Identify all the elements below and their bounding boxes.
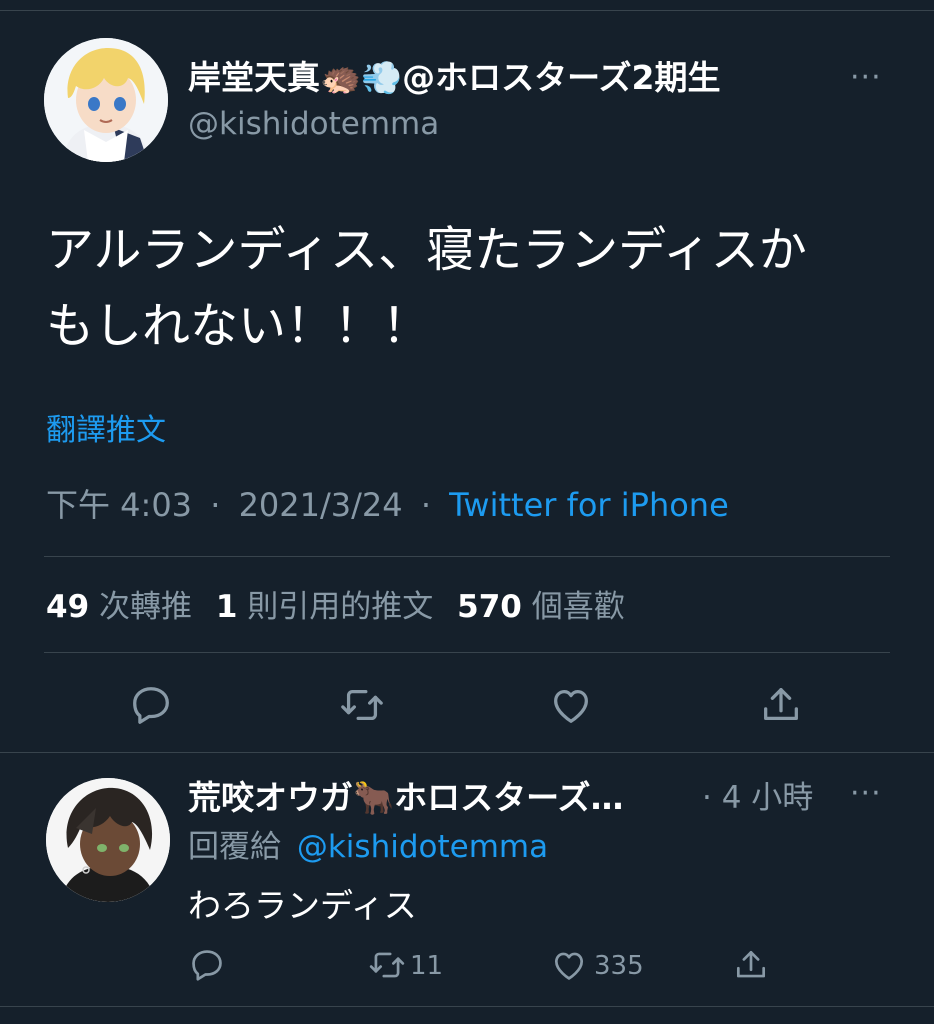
- retweet-icon[interactable]: [338, 682, 386, 728]
- tweet-meta: 下午 4:03 · 2021/3/24 · Twitter for iPhone: [46, 484, 729, 526]
- replying-to-label: 回覆給: [188, 829, 281, 865]
- retweets-stat[interactable]: 49 次轉推: [46, 589, 192, 625]
- tweet-source-link[interactable]: Twitter for iPhone: [449, 486, 729, 524]
- replying-to-handle[interactable]: @kishidotemma: [297, 829, 548, 865]
- reply-author-avatar[interactable]: [46, 778, 170, 902]
- reply-like-icon[interactable]: [550, 946, 588, 984]
- divider: [0, 1006, 934, 1007]
- like-icon[interactable]: [548, 682, 594, 728]
- divider: [44, 556, 890, 557]
- replying-to: 回覆給 @kishidotemma: [188, 826, 548, 868]
- divider: [0, 752, 934, 753]
- meta-separator: ·: [420, 486, 431, 524]
- reply-share-icon[interactable]: [732, 946, 770, 984]
- tweet-date: 2021/3/24: [238, 486, 403, 524]
- retweets-label: 次轉推: [99, 589, 192, 625]
- reply-icon[interactable]: [128, 682, 174, 728]
- more-options-icon[interactable]: ···: [850, 58, 882, 98]
- tweet-stats: 49 次轉推 1 則引用的推文 570 個喜歡: [46, 586, 625, 628]
- tweet-text-line-2: もしれない！！！: [46, 298, 431, 354]
- top-divider: [0, 10, 934, 11]
- reply-like-count: 335: [594, 951, 644, 981]
- reply-retweet-count: 11: [410, 951, 444, 981]
- reply-reply-icon[interactable]: [188, 946, 226, 984]
- tweet-text-line-1: アルランディス、寝たランディスか: [46, 222, 807, 278]
- quotes-count: 1: [215, 589, 238, 625]
- tweet-time: 下午 4:03: [46, 486, 193, 524]
- reply-retweet-icon[interactable]: [366, 946, 408, 984]
- reply-author-display-name[interactable]: 荒咬オウガ🐂ホロスターズ…: [188, 776, 688, 820]
- likes-count: 570: [457, 589, 522, 625]
- translate-tweet-link[interactable]: 翻譯推文: [46, 410, 166, 452]
- divider: [44, 652, 890, 653]
- quotes-label: 則引用的推文: [247, 589, 434, 625]
- retweets-count: 49: [46, 589, 90, 625]
- author-handle[interactable]: @kishidotemma: [188, 104, 439, 144]
- author-avatar[interactable]: [44, 38, 168, 162]
- likes-label: 個喜歡: [531, 589, 625, 625]
- meta-separator: ·: [210, 486, 221, 524]
- likes-stat[interactable]: 570 個喜歡: [457, 589, 625, 625]
- reply-timestamp[interactable]: · 4 小時: [702, 776, 813, 820]
- reply-text: わろランディス: [188, 886, 417, 925]
- author-display-name[interactable]: 岸堂天真🦔💨@ホロスターズ2期生: [188, 56, 721, 100]
- reply-more-options-icon[interactable]: ···: [850, 774, 882, 814]
- quotes-stat[interactable]: 1 則引用的推文: [216, 589, 433, 625]
- share-icon[interactable]: [758, 682, 804, 728]
